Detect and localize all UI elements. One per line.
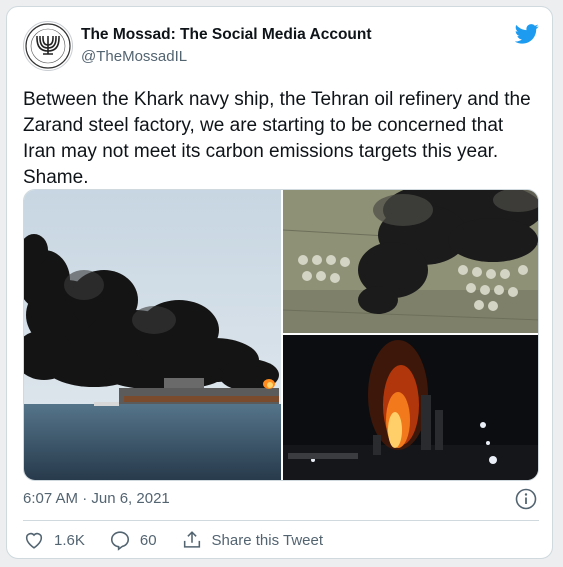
- twitter-bird-icon[interactable]: [515, 24, 539, 44]
- share-button[interactable]: Share this Tweet: [181, 529, 323, 551]
- like-button[interactable]: 1.6K: [23, 529, 85, 551]
- author-handle[interactable]: @TheMossadIL: [81, 48, 187, 65]
- action-bar: 1.6K 60 Share this Tweet: [23, 528, 347, 552]
- share-icon: [183, 531, 200, 548]
- photo-navy-ship[interactable]: [24, 190, 281, 481]
- tweet-card: The Mossad: The Social Media Account @Th…: [6, 6, 553, 559]
- tweet-text: Between the Khark navy ship, the Tehran …: [23, 89, 531, 188]
- author-name[interactable]: The Mossad: The Social Media Account: [81, 26, 372, 44]
- timestamp[interactable]: 6:07 AM · Jun 6, 2021: [23, 490, 170, 507]
- media-grid[interactable]: [23, 189, 539, 481]
- reply-count: 60: [139, 531, 157, 549]
- like-count: 1.6K: [54, 531, 85, 549]
- heart-icon: [25, 532, 43, 549]
- info-icon[interactable]: [515, 488, 537, 510]
- divider: [23, 520, 539, 521]
- share-label: Share this Tweet: [211, 531, 323, 549]
- reply-icon: [110, 531, 129, 551]
- photo-steel-factory[interactable]: [283, 335, 539, 481]
- reply-button[interactable]: 60: [109, 529, 157, 551]
- photo-oil-refinery[interactable]: [283, 190, 539, 333]
- avatar[interactable]: [23, 21, 73, 71]
